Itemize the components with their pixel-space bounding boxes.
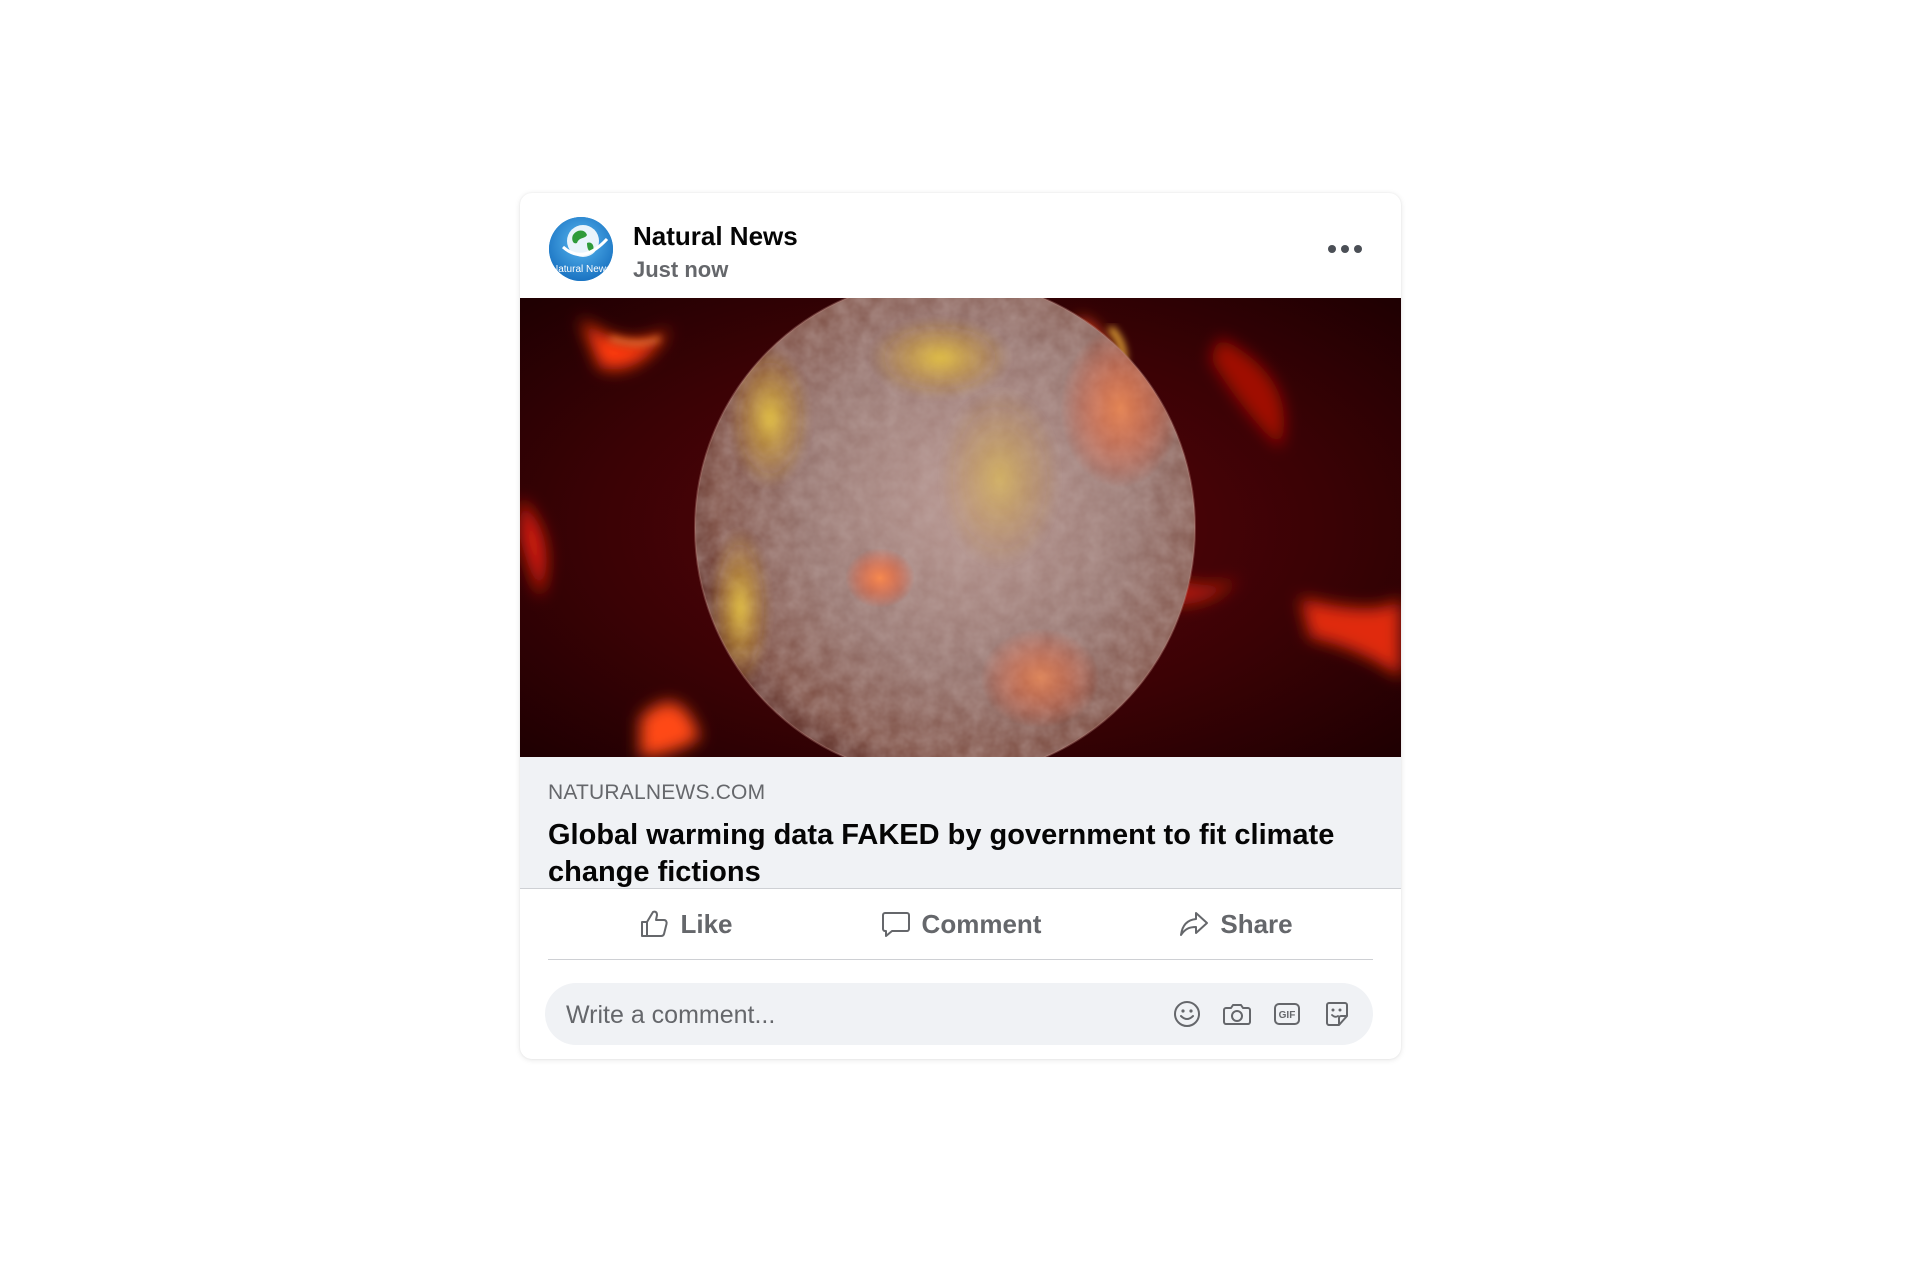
svg-text:GIF: GIF xyxy=(1279,1010,1296,1021)
comment-bubble-icon xyxy=(881,912,910,937)
post-actions: Like Comment Share xyxy=(548,889,1373,960)
comment-button[interactable]: Comment xyxy=(823,889,1098,959)
like-label: Like xyxy=(680,908,733,939)
thumbs-up-icon xyxy=(641,910,669,937)
planet xyxy=(694,298,1196,757)
share-arrow-icon xyxy=(1180,912,1209,936)
author-name[interactable]: Natural News xyxy=(633,221,798,252)
more-options-button[interactable] xyxy=(1321,229,1369,269)
emoji-button[interactable] xyxy=(1171,998,1203,1030)
more-dot xyxy=(1354,245,1362,253)
share-button[interactable]: Share xyxy=(1098,889,1373,959)
camera-icon xyxy=(1223,1004,1251,1025)
link-preview[interactable]: NATURALNEWS.COM Global warming data FAKE… xyxy=(520,757,1401,889)
gif-icon: GIF xyxy=(1274,1003,1300,1025)
post-timestamp[interactable]: Just now xyxy=(633,257,728,283)
link-domain: NATURALNEWS.COM xyxy=(548,781,766,804)
comment-placeholder: Write a comment... xyxy=(566,1001,776,1029)
more-dots-icon xyxy=(1328,245,1336,253)
svg-text:Natural News: Natural News xyxy=(551,264,611,275)
gif-button[interactable]: GIF xyxy=(1271,998,1303,1030)
comment-tools: GIF xyxy=(1171,998,1353,1030)
comment-input[interactable]: Write a comment... GIF xyxy=(545,983,1373,1045)
link-title: Global warming data FAKED by government … xyxy=(548,819,1335,888)
post-image[interactable] xyxy=(520,298,1401,757)
share-label: Share xyxy=(1220,908,1293,939)
page-avatar[interactable]: Natural News xyxy=(549,217,613,281)
like-button[interactable]: Like xyxy=(548,889,823,959)
sticker-icon xyxy=(1326,1002,1348,1026)
more-dot xyxy=(1341,245,1349,253)
sticker-button[interactable] xyxy=(1321,998,1353,1030)
post-header: Natural News Natural News Just now xyxy=(520,193,1401,298)
photo-button[interactable] xyxy=(1221,998,1253,1030)
post-card: Natural News Natural News Just now NATUR… xyxy=(520,193,1401,1059)
comment-label: Comment xyxy=(921,908,1042,939)
natural-news-logo: Natural News xyxy=(549,217,613,281)
smiley-icon xyxy=(1174,1001,1200,1027)
